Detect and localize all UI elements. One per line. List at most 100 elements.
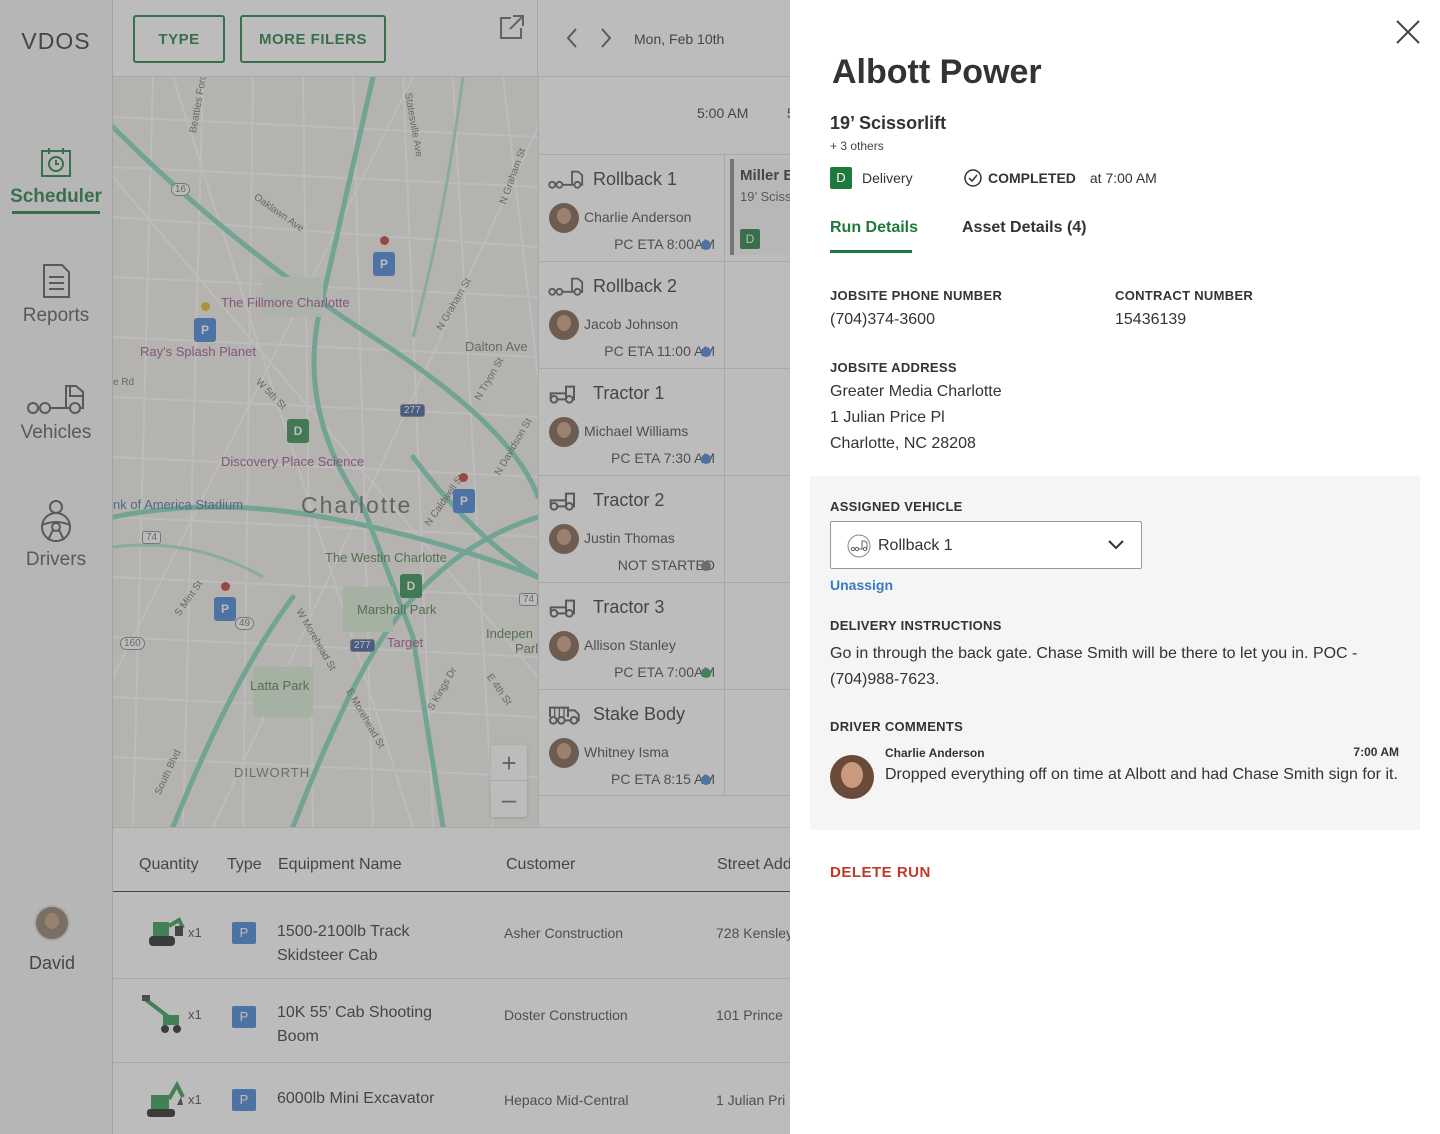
status-dot	[701, 240, 711, 250]
status-time: at 7:00 AM	[1089, 170, 1157, 186]
run-type-label: Delivery	[862, 170, 913, 186]
column-header[interactable]: Type	[227, 856, 262, 874]
row-divider	[724, 583, 725, 690]
app-logo: VDOS	[21, 28, 91, 54]
location-dot	[221, 582, 230, 591]
comment-time: 7:00 AM	[1353, 745, 1399, 759]
map-pin-pickup[interactable]: P	[214, 597, 236, 621]
avatar	[549, 631, 579, 661]
column-header[interactable]: Equipment Name	[278, 856, 402, 874]
location-dot	[380, 236, 389, 245]
eta-label: PC ETA 7:00AM	[614, 664, 715, 680]
zoom-in-button[interactable]: +	[491, 745, 527, 781]
nav-drivers[interactable]: Drivers	[0, 499, 112, 571]
close-icon[interactable]	[1394, 18, 1422, 46]
truck-icon	[548, 170, 584, 189]
more-filters-button[interactable]: MORE FILERS	[240, 15, 386, 63]
user-profile[interactable]: David	[0, 905, 104, 974]
type-filter-button[interactable]: TYPE	[133, 15, 225, 63]
column-header[interactable]: Customer	[506, 856, 575, 874]
tab-asset-details[interactable]: Asset Details (4)	[962, 219, 1087, 237]
truck-icon	[847, 534, 871, 558]
chevron-left-icon[interactable]	[564, 26, 580, 50]
map-pin-delivery[interactable]: D	[400, 574, 422, 598]
nav-reports[interactable]: Reports	[0, 263, 112, 327]
nav-vehicles[interactable]: Vehicles	[0, 384, 112, 444]
driver-name: Michael Williams	[584, 423, 689, 439]
chevron-right-icon[interactable]	[598, 26, 614, 50]
truck-icon	[548, 277, 584, 296]
unassign-link[interactable]: Unassign	[830, 577, 893, 593]
location-dot	[201, 302, 210, 311]
vehicle-row[interactable]: Rollback 2 Jacob Johnson PC ETA 11:00 AM	[539, 261, 791, 369]
delete-run-button[interactable]: DELETE RUN	[830, 864, 931, 881]
toolbar: TYPE MORE FILERS Mon, Feb 10th	[113, 0, 790, 77]
customer-name: Hepaco Mid-Central	[504, 1092, 629, 1108]
row-divider	[724, 690, 725, 797]
highway-shield: 49	[235, 617, 255, 630]
poi-label: Target	[387, 635, 424, 650]
avatar	[34, 905, 70, 941]
table-row[interactable]: x1 P 10K 55’ Cab Shooting Boom Doster Co…	[113, 979, 790, 1063]
table-row[interactable]: x1 P 6000lb Mini Excavator Hepaco Mid-Ce…	[113, 1063, 790, 1134]
map-pin-pickup[interactable]: P	[453, 489, 475, 513]
row-divider	[724, 155, 725, 262]
vehicle-name: Tractor 2	[593, 490, 665, 510]
driver-name: Jacob Johnson	[584, 316, 679, 332]
toolbar-divider	[537, 0, 538, 77]
poi-label: Ray's Splash Planet	[140, 344, 256, 359]
truck-icon	[27, 385, 84, 414]
poi-label: The Westin Charlotte	[325, 550, 447, 565]
vehicle-name: Stake Body	[593, 704, 686, 724]
map-pin-pickup[interactable]: P	[373, 252, 395, 276]
column-header[interactable]: Street Add	[717, 856, 792, 874]
equipment-subtitle: 19’ Scissorlift	[830, 113, 947, 133]
street-address: 101 Prince	[716, 1007, 783, 1023]
zoom-out-button[interactable]: –	[491, 781, 527, 817]
address-line: Greater Media Charlotte	[830, 383, 1002, 400]
tab-run-details[interactable]: Run Details	[830, 219, 918, 237]
row-divider	[724, 476, 725, 583]
map-pin-pickup[interactable]: P	[194, 318, 216, 342]
chevron-down-icon	[1108, 540, 1124, 550]
avatar	[549, 524, 579, 554]
highway-shield: 74	[142, 531, 162, 544]
vehicle-row[interactable]: Tractor 3 Allison Stanley PC ETA 7:00AM	[539, 582, 791, 690]
map-pin-delivery[interactable]: D	[287, 419, 309, 443]
address-line: Charlotte, NC 28208	[830, 435, 976, 452]
row-divider	[724, 369, 725, 476]
sidebar: VDOS Scheduler Reports Vehicles Drivers …	[0, 0, 113, 1134]
table-row[interactable]: x1 P 1500-2100lb Track Skidsteer Cab Ash…	[113, 892, 793, 979]
equipment-name: 6000lb Mini Excavator	[277, 1090, 435, 1107]
time-header: 5:00 AM	[697, 105, 749, 121]
document-icon	[43, 264, 70, 298]
comment-author: Charlie Anderson	[885, 746, 985, 760]
status-text: COMPLETED	[988, 170, 1076, 186]
map[interactable]: Beatties Ford Rd Statesville Ave Oaklawn…	[113, 77, 538, 827]
vehicle-row[interactable]: Stake Body Whitney Isma PC ETA 8:15 AM	[539, 689, 791, 797]
vehicle-select[interactable]: Rollback 1	[830, 521, 1142, 569]
vehicle-name: Tractor 3	[593, 597, 665, 617]
highway-shield: 74	[519, 593, 538, 606]
poi-label: The Fillmore Charlotte	[221, 295, 350, 310]
vehicle-row[interactable]: Tractor 2 Justin Thomas NOT STARTED	[539, 475, 791, 583]
avatar	[830, 755, 874, 799]
status-dot	[701, 668, 711, 678]
driver-name: Whitney Isma	[584, 744, 669, 760]
type-badge: P	[232, 922, 256, 944]
equipment-table: Quantity Type Equipment Name Customer St…	[113, 827, 793, 1134]
highway-shield: 277	[350, 639, 375, 652]
customer-name: Asher Construction	[504, 925, 624, 941]
column-header[interactable]: Quantity	[139, 856, 199, 874]
contract-value: 15436139	[1115, 311, 1187, 328]
vehicle-row[interactable]: Tractor 1 Michael Williams PC ETA 7:30 A…	[539, 368, 791, 476]
run-detail-panel: Albott Power 19’ Scissorlift + 3 others …	[790, 0, 1440, 1134]
nav-scheduler[interactable]: Scheduler	[0, 146, 112, 214]
external-link-icon[interactable]	[497, 14, 525, 42]
poi-label: Discovery Place Science	[221, 454, 365, 469]
eta-label: PC ETA 8:00AM	[614, 236, 715, 252]
comments-label: DRIVER COMMENTS	[830, 719, 964, 734]
delivery-badge: D	[830, 167, 852, 189]
vehicle-row[interactable]: Rollback 1 Charlie Anderson PC ETA 8:00A…	[539, 154, 800, 262]
instructions-label: DELIVERY INSTRUCTIONS	[830, 618, 1002, 633]
